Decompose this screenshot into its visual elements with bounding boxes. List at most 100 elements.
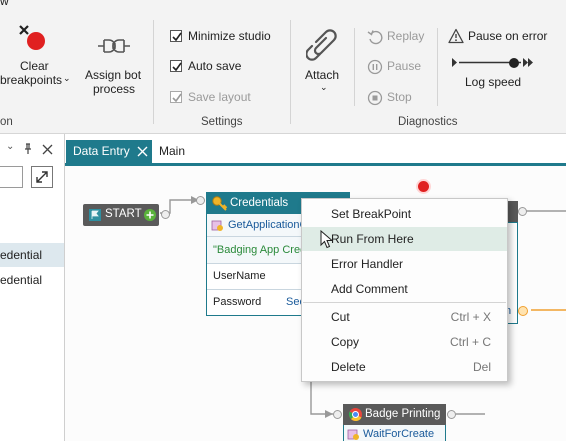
assign-bot-process-button[interactable]: Assign bot process [80,22,150,96]
clear-breakpoint-icon [19,25,45,50]
list-item[interactable]: edential [0,268,64,292]
start-flag-icon [89,209,101,221]
credentials-string-value: "Badging App Cred [213,244,307,256]
menu-separator [303,302,506,303]
menu-item-delete[interactable]: Delete Del [302,355,507,379]
add-circle-icon[interactable] [143,208,157,222]
context-menu: Set BreakPoint Run From Here Error Handl… [301,198,508,382]
menu-item-shortcut: Ctrl + X [450,310,491,324]
attach-label: Attach [305,68,340,82]
replay-label: Replay [387,29,425,43]
tab-main[interactable]: Main [155,140,205,163]
connector-port[interactable] [518,306,528,316]
connector-port[interactable] [518,207,527,216]
checkbox-checked-icon [170,91,182,103]
log-speed-slider-track [452,58,533,67]
stop-button[interactable]: Stop [367,89,427,107]
connector-port[interactable] [196,196,205,205]
attach-button[interactable]: Attach ⌄ [300,28,346,100]
log-speed-label: Log speed [465,75,522,89]
tab-data-entry[interactable]: Data Entry [66,140,152,163]
expand-button[interactable] [31,166,53,188]
credentials-action: GetApplicationC [228,219,308,231]
get-credential-icon [211,220,223,231]
warning-icon [448,28,464,44]
pause-on-error-label: Pause on error [468,29,548,43]
menu-item-copy[interactable]: Copy Ctrl + C [302,330,507,354]
chevron-down-icon[interactable]: ⌄ [6,141,14,152]
chevron-down-icon: ⌄ [63,73,71,83]
badge-printing-node[interactable]: Badge Printing [343,404,446,425]
list-item-label: edential [0,273,43,287]
menu-item-set-breakpoint[interactable]: Set BreakPoint [302,202,507,226]
ribbon-toolbar: w Clear breakpoints ⌄ Assign bot process… [0,0,566,134]
ribbon-title-partial: w [0,0,9,8]
expand-icon [36,171,48,183]
badge-printing-action-row[interactable]: WaitForCreate [343,425,446,441]
search-input[interactable] [0,166,23,188]
mouse-cursor-icon [320,230,334,249]
connector-port[interactable] [447,410,456,419]
tab-label: Main [159,144,186,158]
ribbon-divider [437,28,438,106]
pause-label: Pause [387,59,422,73]
slider-thumb[interactable] [509,58,519,68]
replay-icon [367,30,383,45]
menu-item-label: Cut [331,310,350,324]
connector-port[interactable] [333,410,342,419]
breakpoint-icon [418,181,429,192]
clear-breakpoints-label-1: Clear [20,59,49,73]
ribbon-divider [354,28,355,106]
auto-save-label: Auto save [188,59,242,73]
diagnostics-group-label: Diagnostics [398,116,458,128]
checkbox-checked-icon [170,30,182,42]
stop-icon [367,90,383,106]
ribbon-divider [153,20,154,124]
save-layout-checkbox[interactable]: Save layout [170,89,288,107]
assign-bot-label-1: Assign bot [85,68,142,82]
close-icon[interactable] [137,146,148,157]
menu-item-error-handler[interactable]: Error Handler [302,252,507,276]
credentials-title: Credentials [230,197,289,209]
breakpoint-indicator[interactable] [416,179,431,194]
menu-item-add-comment[interactable]: Add Comment [302,277,507,301]
close-icon[interactable] [42,144,53,155]
list-item[interactable]: edential [0,243,64,267]
pin-icon[interactable] [23,143,33,155]
menu-item-label: Delete [331,360,366,374]
connector-port[interactable] [161,210,170,219]
badge-printing-title: Badge Printing [365,408,441,420]
plug-icon [98,39,130,53]
minimize-studio-label: Minimize studio [188,29,271,43]
auto-save-checkbox[interactable]: Auto save [170,58,288,76]
tab-label: Data Entry [73,144,130,158]
password-label: Password [213,296,262,308]
replay-button[interactable]: Replay [367,28,427,46]
minimize-studio-checkbox[interactable]: Minimize studio [170,28,288,46]
pause-icon [367,59,383,75]
menu-item-cut[interactable]: Cut Ctrl + X [302,305,507,329]
chrome-icon [348,408,362,422]
chevron-down-icon: ⌄ [320,82,328,92]
checkbox-checked-icon [170,60,182,72]
pause-button[interactable]: Pause [367,58,427,76]
menu-item-label: Run From Here [331,232,414,246]
settings-group-label: Settings [201,116,243,128]
log-speed-slider[interactable] [451,55,535,71]
menu-item-label: Error Handler [331,257,404,271]
list-item-label: edential [0,248,43,262]
menu-item-label: Set BreakPoint [331,207,412,221]
paperclip-icon [306,29,337,61]
start-node[interactable]: START [83,204,159,226]
username-label: UserName [213,270,266,282]
menu-item-label: Add Comment [331,282,408,296]
stop-label: Stop [387,90,412,104]
pause-on-error-toggle[interactable]: Pause on error [448,28,558,46]
debug-group-label: on [0,116,13,128]
left-panel: ⌄ edential edential [0,134,65,441]
clear-breakpoints-button[interactable]: Clear breakpoints ⌄ [0,22,72,92]
wait-icon [347,429,359,440]
badge-printing-action: WaitForCreate [363,428,435,440]
menu-item-shortcut: Del [472,360,491,374]
menu-item-label: Copy [331,335,360,349]
